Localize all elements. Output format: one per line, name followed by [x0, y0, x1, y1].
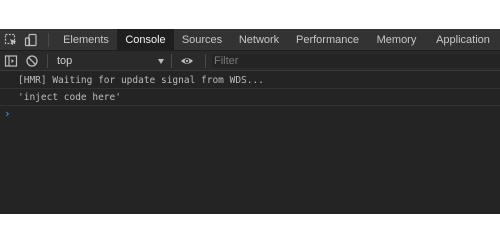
tab-network[interactable]: Network — [230, 29, 288, 51]
console-message: [HMR] Waiting for update signal from WDS… — [0, 72, 500, 89]
filterbar-divider — [205, 54, 206, 68]
tab-elements[interactable]: Elements — [55, 29, 117, 51]
sidebar-toggle-icon[interactable] — [4, 54, 18, 68]
tab-performance[interactable]: Performance — [288, 29, 367, 51]
filterbar-divider — [171, 54, 172, 68]
tab-memory[interactable]: Memory — [367, 29, 426, 51]
filter-input[interactable] — [212, 54, 500, 68]
eye-icon[interactable] — [180, 54, 194, 68]
console-prompt-icon[interactable]: › — [4, 106, 11, 122]
filterbar-divider — [47, 54, 48, 68]
devtools-tabbar: Elements Console Sources Network Perform… — [0, 29, 500, 51]
tab-console[interactable]: Console — [117, 29, 174, 51]
clear-console-icon[interactable] — [25, 54, 39, 68]
tab-application[interactable]: Application — [426, 29, 500, 51]
inspect-element-icon[interactable] — [4, 33, 18, 47]
chevron-down-icon[interactable] — [158, 59, 164, 64]
context-selector[interactable]: top — [57, 51, 72, 71]
tab-sources[interactable]: Sources — [174, 29, 230, 51]
console-message: 'inject code here' — [0, 89, 500, 106]
device-toolbar-icon[interactable] — [24, 33, 38, 47]
console-filterbar: top — [0, 51, 500, 71]
devtools-panel: Elements Console Sources Network Perform… — [0, 29, 500, 214]
console-output: [HMR] Waiting for update signal from WDS… — [0, 72, 500, 214]
toolbar-divider — [48, 33, 49, 47]
